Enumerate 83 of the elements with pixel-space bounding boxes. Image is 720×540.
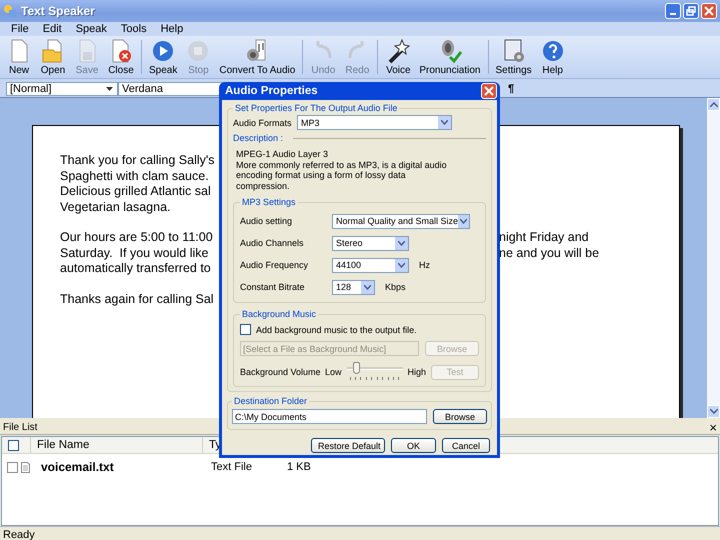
settings-dropdown[interactable]: 44100: [332, 258, 409, 272]
caret-icon: [105, 86, 114, 92]
minimize-button[interactable]: [665, 3, 681, 19]
group-title: MP3 Settings: [241, 197, 297, 207]
toolbar-button[interactable]: Voice: [381, 37, 416, 77]
format-dropdown[interactable]: MP3: [297, 115, 452, 130]
close-button[interactable]: ×: [709, 420, 717, 434]
menu-item[interactable]: Edit: [36, 23, 69, 35]
toolbar-button[interactable]: Speak: [145, 37, 182, 77]
maximize-button[interactable]: [683, 3, 699, 19]
caret-icon: [398, 262, 405, 268]
style-dropdown[interactable]: [Normal]: [6, 82, 118, 96]
volume-slider[interactable]: [346, 362, 403, 382]
dialog-button[interactable]: Restore Default: [311, 438, 385, 453]
settings-dropdown[interactable]: 128: [332, 280, 375, 294]
caret-icon: [398, 240, 405, 246]
file-icon: [21, 462, 30, 472]
toolbar-button[interactable]: Convert To Audio: [215, 37, 300, 77]
description-title: MPEG-1 Audio Layer 3: [236, 149, 330, 160]
window-title: Text Speaker: [21, 4, 95, 18]
caret-icon: [460, 218, 468, 224]
document-text: ne and you will be: [499, 246, 600, 261]
settings-dropdown[interactable]: Stereo: [332, 236, 409, 250]
field-label: Constant Bitrate: [240, 282, 306, 292]
file-type: Text File: [211, 461, 253, 473]
group-title: Background Music: [241, 309, 318, 319]
close-icon: [484, 86, 494, 96]
field-label: Audio Frequency: [240, 260, 310, 270]
chevron-up-icon: [710, 102, 718, 107]
description-text: More commonly referred to as MP3, is a digital audio encoding format using a form of lossy data compression.: [236, 160, 448, 191]
unit-label: Hz: [419, 260, 430, 270]
toolbar-button[interactable]: Pronunciation: [415, 37, 484, 77]
dialog-button[interactable]: OK: [391, 438, 436, 453]
destination-field[interactable]: C:\My Documents: [232, 409, 427, 424]
section-label: Description :: [233, 133, 284, 143]
close-button[interactable]: [481, 83, 497, 99]
menu-item[interactable]: Speak: [68, 23, 114, 35]
low-label: Low: [325, 367, 342, 377]
status-text: Ready: [3, 529, 35, 540]
document-text: Delicious grilled Atlantic sal: [60, 184, 211, 200]
field-label: Background Volume: [240, 367, 320, 377]
document-text: Thank you for calling Sally's: [60, 153, 215, 168]
toolbar-button[interactable]: New: [2, 37, 36, 77]
column-header[interactable]: File Name: [31, 437, 203, 453]
document-text: night Friday and: [499, 230, 589, 246]
restore-icon: [686, 6, 696, 16]
document-text: Spaghetti with clam sauce.: [60, 168, 209, 184]
document-text: Vegetarian lasagna.: [60, 200, 171, 215]
file-name: voicemail.txt: [41, 460, 115, 474]
file-size: 1 KB: [287, 461, 311, 473]
toolbar-button[interactable]: Settings: [492, 37, 536, 77]
toolbar-button[interactable]: Open: [36, 37, 70, 77]
group-title: Destination Folder: [233, 396, 308, 406]
dialog-title: Audio Properties: [225, 85, 318, 97]
browse-button[interactable]: Browse: [433, 409, 487, 424]
chevron-down-icon: [710, 409, 718, 414]
document-text: automatically transferred to: [60, 261, 211, 276]
toolbar-button[interactable]: Help: [536, 37, 570, 77]
field-label: Audio setting: [240, 216, 294, 226]
document-text: Saturday. If you would like: [60, 246, 208, 261]
scroll-up-button[interactable]: [707, 98, 720, 111]
field-label: Audio Channels: [240, 238, 305, 248]
group-title: Set Properties For The Output Audio File: [234, 103, 398, 113]
menu-item[interactable]: File: [4, 23, 36, 35]
background-music-checkbox[interactable]: Add background music to the output file.: [240, 324, 479, 335]
document-text: Our hours are 5:00 to 11:00: [60, 230, 213, 246]
scroll-down-button[interactable]: [707, 405, 720, 418]
toolbar-button[interactable]: Close: [104, 37, 138, 77]
settings-dropdown[interactable]: Normal Quality and Small Size: [332, 214, 470, 228]
high-label: High: [408, 367, 426, 377]
unit-label: Kbps: [385, 282, 406, 292]
checkbox[interactable]: [7, 462, 18, 472]
panel-title: File List: [3, 422, 38, 432]
close-icon: [704, 6, 714, 16]
menu-item[interactable]: Tools: [114, 23, 154, 35]
caret-icon: [441, 120, 448, 125]
menu-item[interactable]: Help: [154, 23, 190, 35]
field-label: Audio Formats: [233, 118, 291, 128]
close-button[interactable]: [701, 3, 717, 19]
dialog-button[interactable]: Cancel: [442, 438, 490, 453]
document-text: Thanks again for calling Sal: [60, 292, 214, 307]
caret-icon: [364, 284, 371, 290]
app-icon: [3, 4, 17, 18]
